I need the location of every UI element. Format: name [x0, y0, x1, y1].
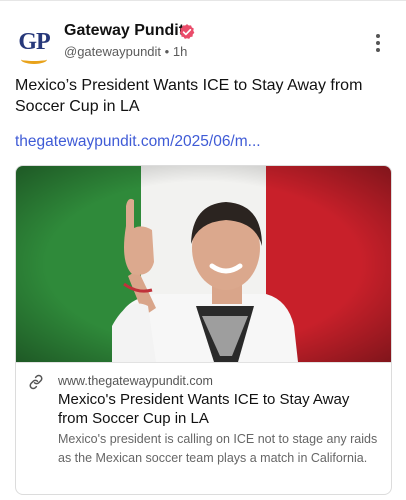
- verified-badge-icon: [179, 24, 195, 39]
- card-body[interactable]: www.thegatewaypundit.com Mexico's Presid…: [16, 362, 391, 494]
- avatar-logo-text: GP: [18, 29, 50, 55]
- more-vertical-icon[interactable]: [370, 34, 386, 54]
- meta-separator: •: [164, 44, 170, 59]
- card-title[interactable]: Mexico's President Wants ICE to Stay Awa…: [58, 390, 383, 428]
- link-preview-card[interactable]: www.thegatewaypundit.com Mexico's Presid…: [15, 165, 392, 495]
- more-dot: [376, 48, 380, 52]
- card-description: Mexico's president is calling on ICE not…: [58, 432, 378, 465]
- more-dot: [376, 41, 380, 45]
- avatar-swoosh: [21, 55, 47, 64]
- more-dot: [376, 34, 380, 38]
- post-text: Mexico’s President Wants ICE to Stay Awa…: [15, 77, 363, 115]
- author-handle[interactable]: @gatewaypundit: [64, 44, 161, 59]
- post-link[interactable]: thegatewaypundit.com/2025/06/m...: [15, 133, 261, 151]
- post-time: 1h: [172, 44, 188, 59]
- author-name[interactable]: Gateway Pundit: [64, 22, 184, 40]
- author-meta: @gatewaypundit • 1h: [64, 44, 187, 59]
- top-divider: [0, 0, 406, 1]
- link-icon: [29, 374, 43, 390]
- avatar[interactable]: GP: [14, 24, 54, 64]
- article-thumbnail-image: [16, 166, 391, 362]
- card-domain: www.thegatewaypundit.com: [58, 374, 213, 388]
